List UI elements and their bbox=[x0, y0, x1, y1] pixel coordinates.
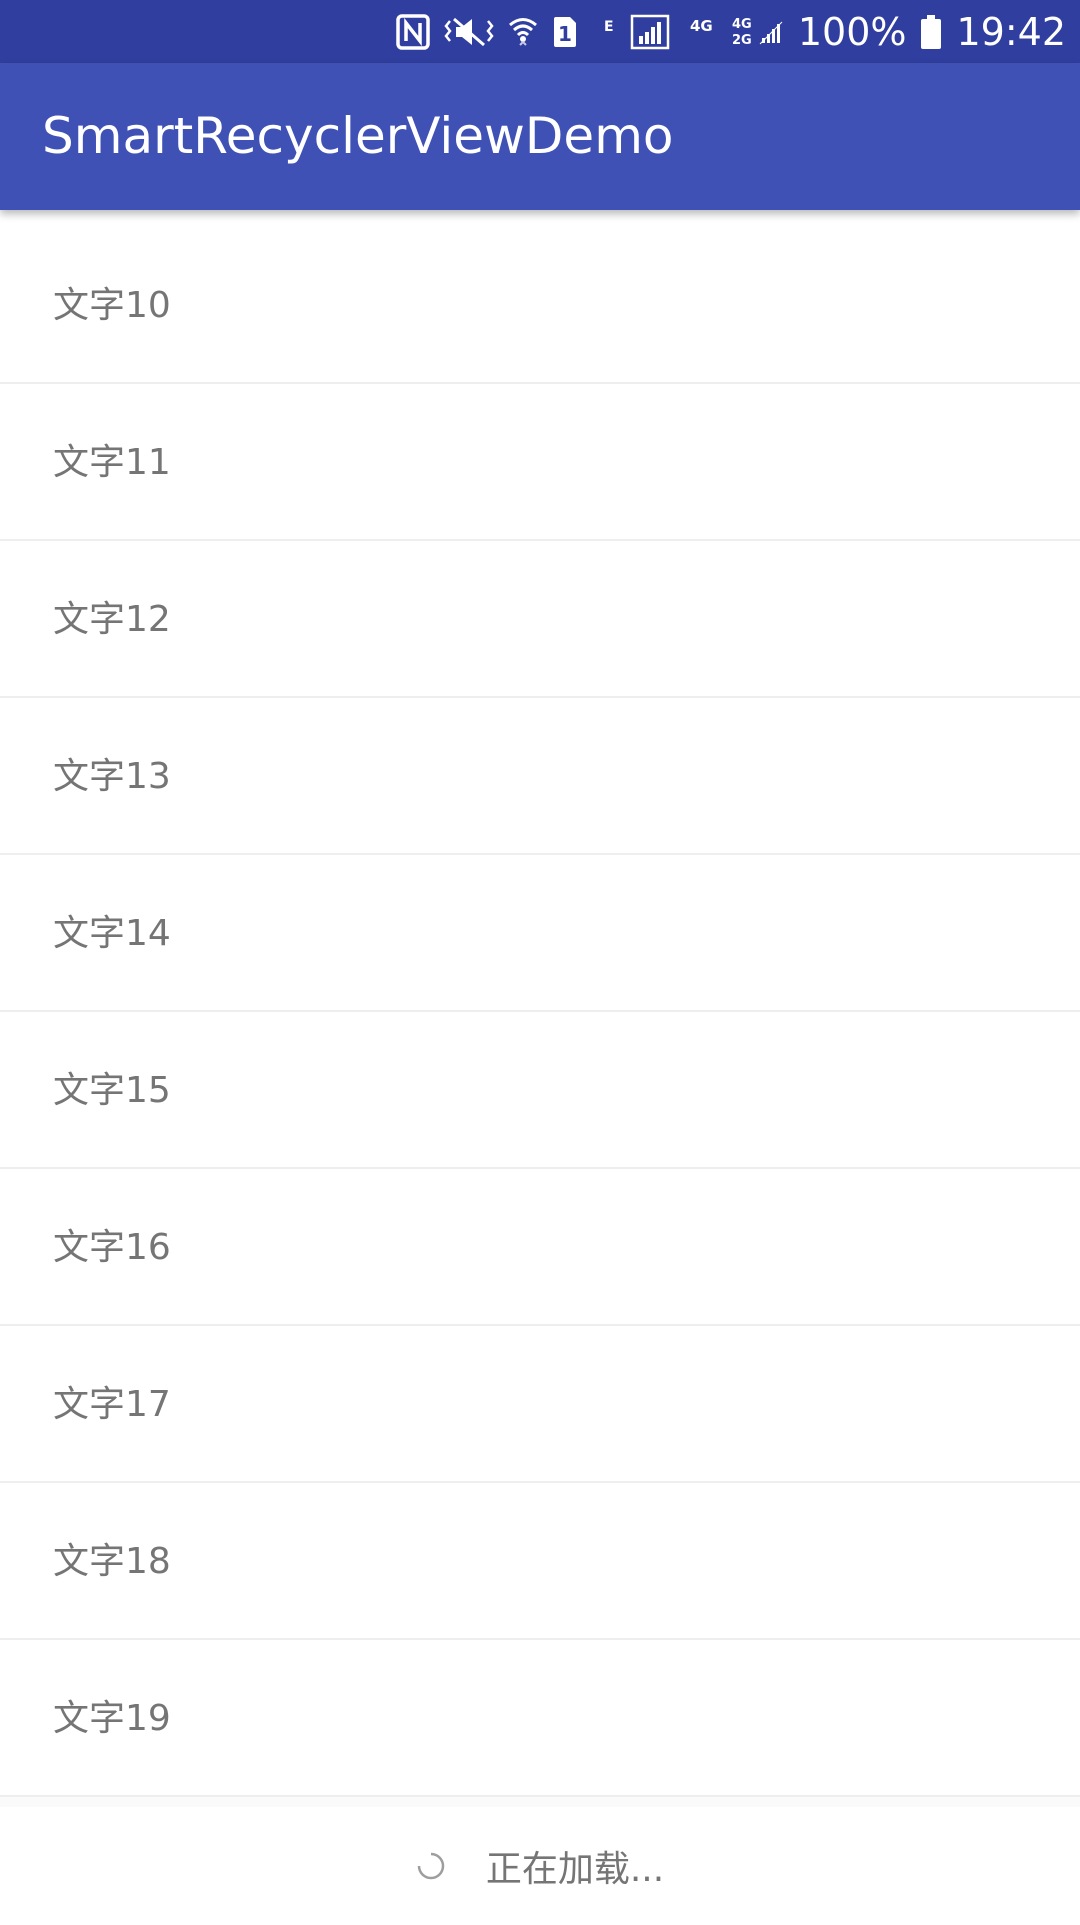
list-item[interactable]: 文字13 bbox=[0, 698, 1080, 855]
list-item-label: 文字18 bbox=[53, 1541, 171, 1582]
list-item-label: 文字12 bbox=[53, 599, 171, 640]
battery-percent: 100% bbox=[797, 9, 907, 54]
list-item[interactable]: 文字11 bbox=[0, 384, 1080, 541]
nfc-icon bbox=[396, 13, 430, 50]
list-item-label: 文字15 bbox=[53, 1070, 171, 1111]
network-4g-label: 4G bbox=[690, 17, 713, 35]
edge-label: E bbox=[604, 19, 614, 35]
sim-label: 1 bbox=[558, 22, 572, 46]
list-item-label: 文字16 bbox=[53, 1227, 171, 1268]
status-bar: 1 E 4G 4G 2G 100% 19:42 bbox=[0, 0, 1080, 63]
vibrate-icon bbox=[444, 15, 494, 49]
edge-network-icon: E bbox=[602, 15, 616, 49]
loading-spinner-icon bbox=[416, 1851, 446, 1881]
status-icons: 1 E 4G 4G 2G 100% 19:42 bbox=[396, 0, 1066, 63]
list-item[interactable]: 文字12 bbox=[0, 541, 1080, 698]
loading-footer: 正在加载... bbox=[0, 1807, 1080, 1925]
list-item-label: 文字19 bbox=[53, 1698, 171, 1739]
list-item[interactable]: 文字18 bbox=[0, 1483, 1080, 1640]
list-item-label: 文字10 bbox=[53, 285, 171, 326]
list-item[interactable]: 文字19 bbox=[0, 1640, 1080, 1797]
list-item-label: 文字13 bbox=[53, 756, 171, 797]
app-bar: SmartRecyclerViewDemo bbox=[0, 63, 1080, 210]
wifi-icon bbox=[508, 15, 538, 49]
list-item[interactable]: 文字15 bbox=[0, 1012, 1080, 1169]
list-item-label: 文字11 bbox=[53, 442, 171, 483]
network-4g2g-top-label: 4G bbox=[732, 17, 752, 32]
recycler-list[interactable]: 文字10 文字11 文字12 文字13 文字14 文字15 文字16 文字17 … bbox=[0, 227, 1080, 1797]
list-item[interactable]: 文字16 bbox=[0, 1169, 1080, 1326]
clock: 19:42 bbox=[956, 9, 1066, 54]
signal-4g-icon: 4G bbox=[690, 15, 718, 49]
sim-1-icon: 1 bbox=[552, 15, 578, 49]
list-item[interactable]: 文字14 bbox=[0, 855, 1080, 1012]
battery-icon bbox=[920, 14, 942, 50]
network-4g2g-bottom-label: 2G bbox=[732, 33, 752, 48]
list-item[interactable]: 文字17 bbox=[0, 1326, 1080, 1483]
list-item-label: 文字14 bbox=[53, 913, 171, 954]
list-item[interactable]: 文字10 bbox=[0, 227, 1080, 384]
signal-icon bbox=[630, 14, 670, 50]
loading-text: 正在加载... bbox=[485, 1849, 665, 1890]
list-top-padding bbox=[0, 210, 1080, 227]
list-item-label: 文字17 bbox=[53, 1384, 171, 1425]
app-title: SmartRecyclerViewDemo bbox=[42, 107, 674, 165]
signal-4g-2g-icon: 4G 2G bbox=[732, 14, 784, 50]
